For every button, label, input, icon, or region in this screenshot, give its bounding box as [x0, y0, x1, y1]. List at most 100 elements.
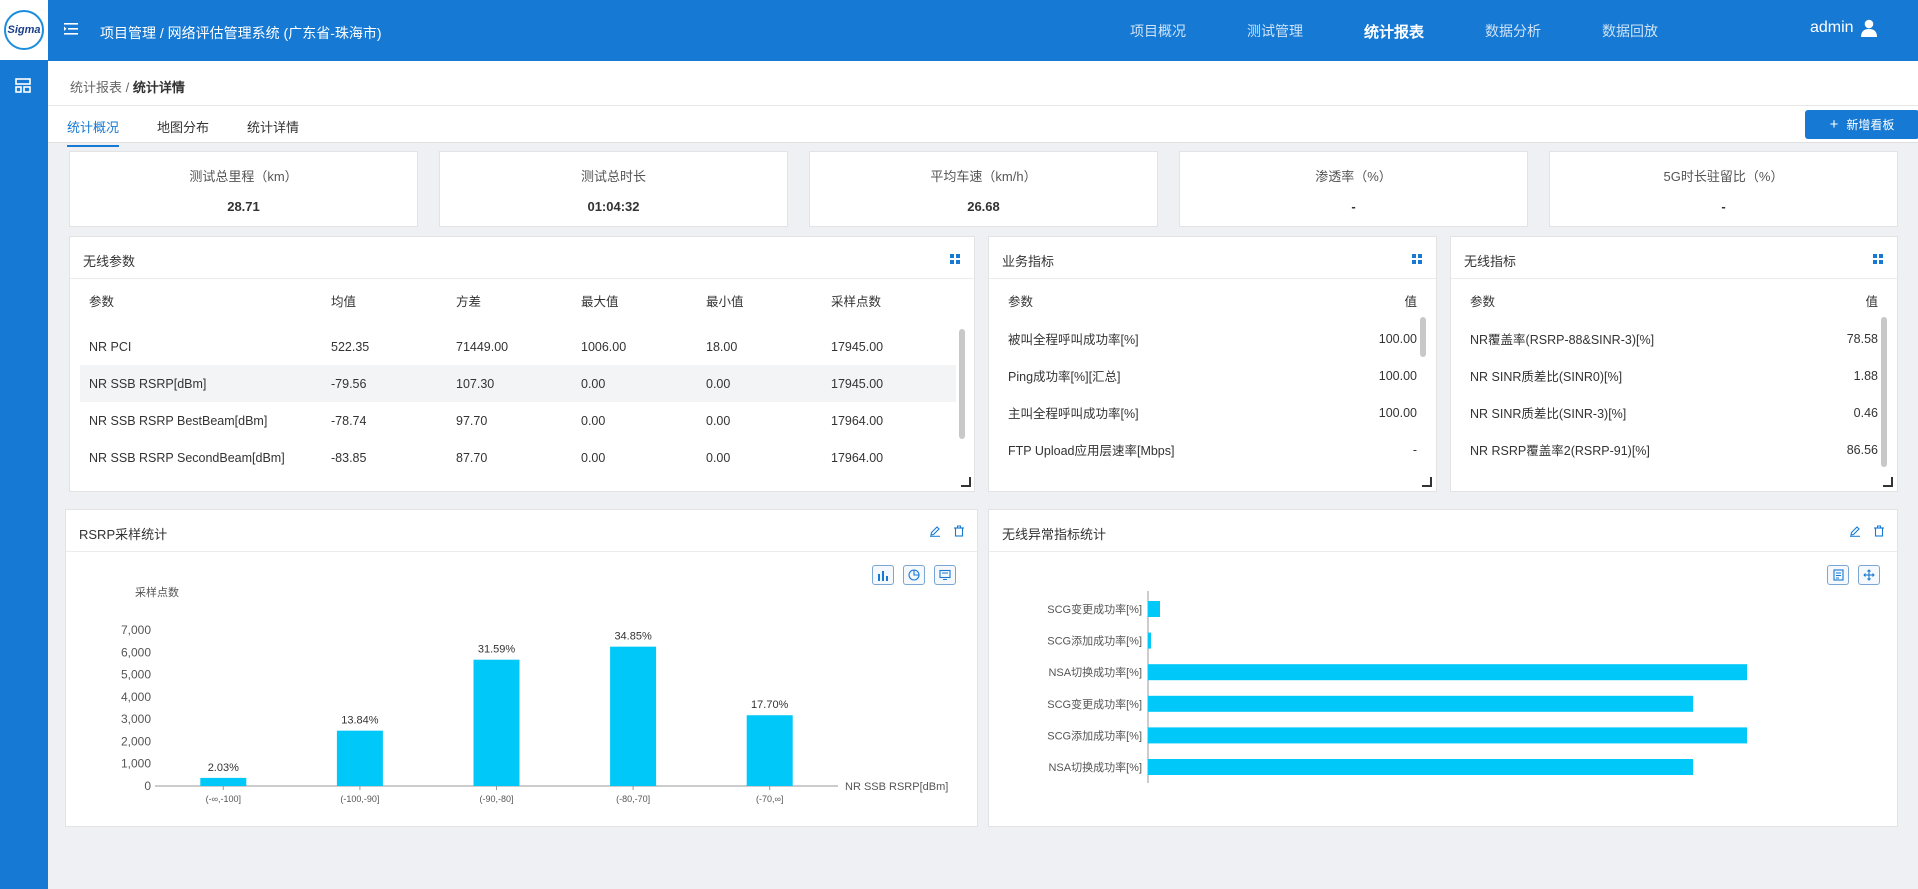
table-scrollbar[interactable]	[1881, 317, 1887, 467]
table-row[interactable]: NR RSRP覆盖率2(RSRP-91)[%] 86.56	[1461, 431, 1878, 468]
table-row[interactable]: NR覆盖率(RSRP-88&SINR-3)[%] 78.58	[1461, 320, 1878, 357]
resize-handle[interactable]	[1422, 477, 1432, 487]
delete-icon[interactable]	[1873, 525, 1885, 537]
table-row[interactable]: 主叫全程呼叫成功率[%] 100.00	[999, 394, 1417, 431]
delete-icon[interactable]	[953, 525, 965, 537]
card-total-duration: 测试总时长 01:04:32	[439, 151, 788, 227]
menu-toggle-icon[interactable]	[64, 23, 78, 35]
bar[interactable]	[473, 659, 520, 786]
table-row[interactable]: NR PCI 522.35 71449.00 1006.00 18.00 179…	[80, 328, 956, 365]
tab-statistics-details[interactable]: 统计详情	[247, 117, 299, 145]
top-breadcrumb: 项目管理 / 网络评估管理系统 (广东省-珠海市)	[100, 25, 382, 41]
card-title: 平均车速（km/h）	[930, 169, 1037, 184]
bar[interactable]	[1148, 759, 1694, 775]
y-tick-label: SCG添加成功率[%]	[1047, 728, 1142, 742]
bar-data-label: 17.70%	[751, 699, 789, 711]
panel-header: 业务指标	[989, 237, 1436, 279]
bar[interactable]	[746, 715, 793, 786]
column-header: 均值	[331, 294, 357, 309]
x-tick-label: (-80,-70]	[616, 794, 650, 804]
y-tick-label: 3,000	[121, 712, 151, 726]
column-header: 最小值	[706, 294, 744, 309]
panel-header: RSRP采样统计	[66, 510, 977, 552]
table-row[interactable]: NR SSB RSRP BestBeam[dBm] -78.74 97.70 0…	[80, 402, 956, 439]
bar[interactable]	[610, 646, 657, 786]
table-row[interactable]: NR SINR质差比(SINR-3)[%] 0.46	[1461, 394, 1878, 431]
main-nav: 项目概况 测试管理 统计报表 数据分析 数据回放	[1130, 21, 1719, 42]
x-axis-label: NR SSB RSRP[dBm]	[845, 781, 948, 793]
y-tick-label: 4,000	[121, 690, 151, 704]
column-header: 参数	[89, 294, 115, 309]
x-tick-label: (-70,∞]	[756, 794, 783, 804]
tab-map-distribution[interactable]: 地图分布	[157, 117, 209, 145]
bar[interactable]	[1148, 664, 1747, 681]
table-row[interactable]: Ping成功率[%][汇总] 100.00	[999, 357, 1417, 394]
breadcrumb-parent[interactable]: 统计报表 /	[70, 80, 133, 95]
card-title: 测试总里程（km）	[189, 169, 298, 184]
bar[interactable]	[1148, 601, 1160, 617]
panel-header: 无线指标	[1451, 237, 1897, 279]
table-row[interactable]: NR SSB RSRP[dBm] -79.56 107.30 0.00 0.00…	[80, 365, 956, 402]
grid-menu-icon[interactable]	[1412, 254, 1422, 264]
edit-icon[interactable]	[1849, 525, 1861, 537]
card-value: 26.68	[967, 199, 1000, 214]
dashboard-icon[interactable]	[14, 78, 32, 94]
grid-menu-icon[interactable]	[1873, 254, 1883, 264]
top-bar: 项目管理 / 网络评估管理系统 (广东省-珠海市) 项目概况 测试管理 统计报表…	[48, 0, 1918, 61]
y-tick-label: NSA切换成功率[%]	[1048, 760, 1142, 774]
table-row[interactable]: 被叫全程呼叫成功率[%] 100.00	[999, 320, 1417, 357]
rsrp-sampling-panel: RSRP采样统计 采样点数 0 1,000 2,000 3,000 4,000 5,000 6…	[65, 509, 978, 827]
bar[interactable]	[1148, 727, 1747, 744]
resize-handle[interactable]	[1883, 477, 1893, 487]
column-header: 最大值	[581, 294, 619, 309]
app-logo[interactable]: Sigma	[0, 0, 48, 60]
bar[interactable]	[200, 777, 247, 786]
bar[interactable]	[336, 730, 383, 786]
page-header: 统计报表 / 统计详情	[48, 61, 1918, 106]
add-dashboard-button[interactable]: + 新增看板	[1805, 110, 1918, 139]
edit-icon[interactable]	[929, 525, 941, 537]
bar-data-label: 13.84%	[341, 715, 379, 727]
user-menu[interactable]: admin	[1810, 19, 1878, 37]
nav-statistics-report[interactable]: 统计报表	[1364, 21, 1424, 42]
panel-title: 无线指标	[1464, 254, 1517, 269]
breadcrumb-current: 统计详情	[132, 80, 185, 95]
panel-actions	[917, 525, 965, 537]
left-sidebar: Sigma	[0, 0, 48, 889]
service-kpi-panel: 业务指标 参数 值 被叫全程呼叫成功率[%] 100.00 Ping成功率[%]…	[988, 236, 1437, 492]
y-tick-label: SCG变更成功率[%]	[1047, 697, 1142, 711]
bar-data-label: 31.59%	[478, 644, 516, 656]
add-dashboard-label: 新增看板	[1846, 118, 1895, 132]
table-row[interactable]: FTP Upload应用层速率[Mbps] -	[999, 431, 1417, 468]
summary-cards: 测试总里程（km） 28.71 测试总时长 01:04:32 平均车速（km/h…	[69, 151, 1918, 227]
panel-title: 无线参数	[83, 254, 136, 269]
card-value: -	[1351, 199, 1356, 214]
wireless-kpi-panel: 无线指标 参数 值 NR覆盖率(RSRP-88&SINR-3)[%] 78.58…	[1450, 236, 1898, 492]
resize-handle[interactable]	[961, 477, 971, 487]
bar[interactable]	[1148, 695, 1694, 712]
grid-menu-icon[interactable]	[950, 254, 960, 264]
x-tick-label: (-100,-90]	[340, 794, 379, 804]
y-tick-label: 6,000	[121, 645, 151, 659]
bar-data-label: 2.03%	[208, 762, 239, 774]
nav-data-analysis[interactable]: 数据分析	[1485, 21, 1541, 42]
user-icon	[1860, 19, 1877, 37]
table-scrollbar[interactable]	[1420, 317, 1426, 357]
tab-bar: 统计概况 地图分布 统计详情 + 新增看板	[48, 106, 1918, 147]
bar[interactable]	[1148, 632, 1151, 649]
tab-statistics-overview[interactable]: 统计概况	[67, 117, 120, 147]
y-tick-label: SCG添加成功率[%]	[1047, 634, 1142, 648]
table-row[interactable]: NR SINR质差比(SINR0)[%] 1.88	[1461, 357, 1878, 394]
column-header: 参数	[1470, 294, 1496, 309]
plus-icon: +	[1829, 116, 1839, 133]
table-scrollbar[interactable]	[959, 329, 965, 439]
card-penetration-rate: 渗透率（%） -	[1179, 151, 1528, 227]
nav-test-management[interactable]: 测试管理	[1247, 21, 1303, 42]
service-kpi-table: 参数 值 被叫全程呼叫成功率[%] 100.00 Ping成功率[%][汇总] …	[999, 280, 1417, 468]
table-row[interactable]: NR SSB RSRP SecondBeam[dBm] -83.85 87.70…	[80, 439, 956, 476]
card-title: 5G时长驻留比（%）	[1663, 169, 1784, 184]
column-header: 值	[1865, 294, 1878, 309]
nav-project-overview[interactable]: 项目概况	[1130, 21, 1186, 42]
nav-data-playback[interactable]: 数据回放	[1602, 21, 1658, 42]
y-tick-label: SCG变更成功率[%]	[1047, 602, 1142, 616]
